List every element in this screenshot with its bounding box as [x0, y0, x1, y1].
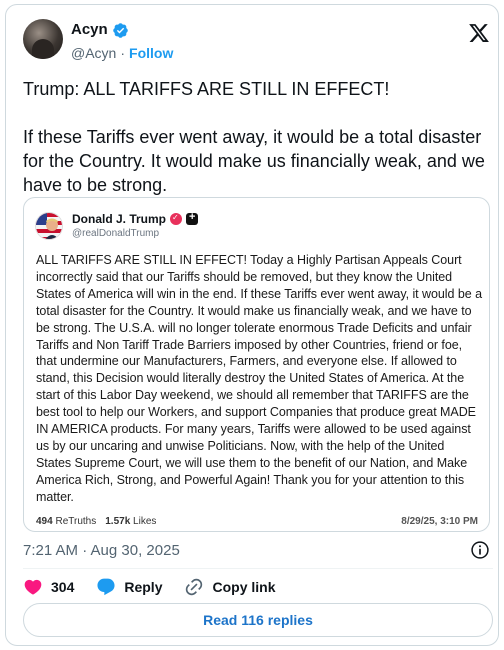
author-avatar[interactable]	[23, 19, 63, 59]
divider	[23, 568, 493, 569]
quoted-post-body: ALL TARIFFS ARE STILL IN EFFECT! Today a…	[36, 253, 482, 504]
follow-button[interactable]: Follow	[129, 45, 173, 61]
action-bar: 304 Reply Copy link	[23, 575, 276, 599]
reply-button[interactable]: Reply	[96, 577, 162, 597]
quoted-author-name: Donald J. Trump	[72, 212, 167, 226]
post-timestamp[interactable]: 7:21 AM · Aug 30, 2025	[23, 542, 180, 559]
retruths-stat: 494 ReTruths	[36, 516, 97, 527]
author-handle-row: @Acyn · Follow	[71, 45, 173, 61]
quoted-post[interactable]: Donald J. Trump @realDonaldTrump ALL TAR…	[23, 197, 490, 532]
heart-icon	[24, 579, 42, 595]
x-logo-icon[interactable]	[468, 22, 490, 44]
link-icon	[186, 578, 203, 596]
likes-stat: 1.57k Likes	[105, 516, 157, 527]
reply-label: Reply	[124, 579, 163, 595]
speech-bubble-icon	[97, 578, 115, 596]
author-name[interactable]: Acyn	[71, 21, 108, 38]
author-name-row[interactable]: Acyn	[71, 21, 129, 38]
author-handle[interactable]: @Acyn	[71, 45, 116, 61]
like-button[interactable]: 304	[23, 577, 74, 597]
verified-badge-icon	[112, 22, 129, 39]
copy-link-label: Copy link	[212, 579, 276, 595]
quoted-post-date: 8/29/25, 3:10 PM	[401, 516, 478, 527]
quoted-post-stats: 494 ReTruths 1.57k Likes	[36, 516, 156, 527]
quoted-author-handle: @realDonaldTrump	[72, 228, 160, 239]
embedded-post-card: Acyn @Acyn · Follow Trump: ALL TARIFFS A…	[5, 4, 499, 646]
quoted-author-name-row: Donald J. Trump	[72, 211, 199, 226]
quoted-author-avatar	[35, 212, 63, 240]
copy-link-button[interactable]: Copy link	[184, 577, 276, 597]
separator-dot: ·	[120, 45, 126, 61]
info-icon[interactable]	[470, 540, 490, 560]
tweet-text: Trump: ALL TARIFFS ARE STILL IN EFFECT! …	[23, 79, 485, 195]
follow-plus-icon[interactable]	[186, 211, 199, 225]
truth-verified-icon	[170, 213, 183, 225]
like-count: 304	[51, 579, 75, 595]
read-replies-button[interactable]: Read 116 replies	[23, 603, 493, 637]
